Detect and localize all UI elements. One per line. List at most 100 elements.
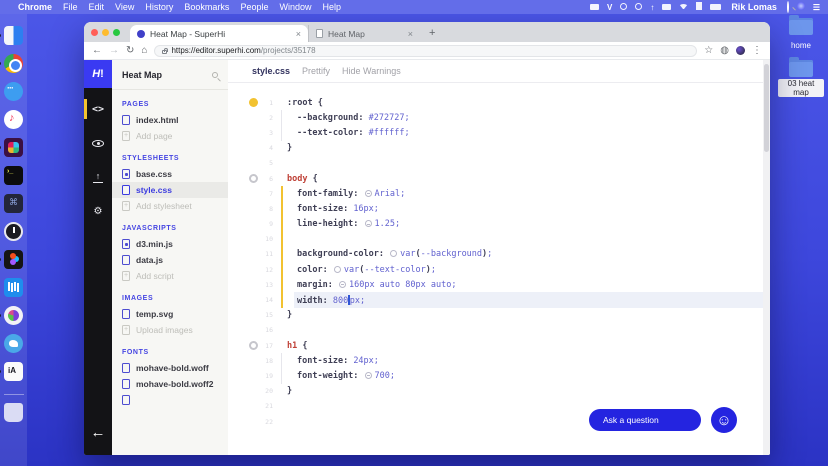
value-stepper-icon[interactable] [338, 280, 346, 288]
dock-item-finder[interactable] [0, 26, 23, 45]
code-line[interactable]: 9 line-height: 1.25; [228, 216, 763, 232]
sidebar-item-data.js[interactable]: data.js [112, 252, 228, 268]
dock-item-chrome[interactable] [0, 54, 23, 73]
address-bar[interactable]: https://editor.superhi.com/projects/3517… [154, 44, 698, 57]
tab-heat-map[interactable]: Heat Map × [308, 25, 420, 42]
desktop-folder[interactable]: home [778, 15, 824, 53]
siri-icon[interactable] [796, 2, 805, 12]
dock-item-slack[interactable] [0, 138, 23, 157]
value-stepper-icon[interactable] [364, 371, 372, 379]
volume-icon[interactable] [696, 2, 703, 12]
value-stepper-icon[interactable] [364, 189, 372, 197]
search-icon[interactable] [212, 71, 218, 78]
tab-heat-map-superhi[interactable]: Heat Map - SuperHi × [130, 25, 308, 42]
vpn-icon[interactable]: V [607, 2, 612, 12]
fold-icon[interactable] [249, 174, 258, 184]
spotlight-search-icon[interactable] [786, 1, 789, 13]
code-line[interactable]: 5 [228, 156, 763, 171]
menu-item-view[interactable]: View [115, 2, 134, 12]
upload-arrow-icon[interactable]: ↑ [650, 2, 654, 12]
sidebar-add-item[interactable]: Upload images [112, 322, 228, 338]
code-line[interactable]: 19 font-weight: 700; [228, 368, 763, 384]
sidebar-add-item[interactable]: Add page [112, 128, 228, 144]
zoom-window-button[interactable] [113, 28, 120, 36]
code-line[interactable]: 18 font-size: 24px; [228, 353, 763, 369]
code-line[interactable]: 15} [228, 308, 763, 323]
sidebar-add-item[interactable]: Add stylesheet [112, 198, 228, 214]
code-line[interactable]: 13 margin: 160px auto 80px auto; [228, 277, 763, 293]
menu-item-file[interactable]: File [63, 2, 78, 12]
prettify-button[interactable]: Prettify [302, 66, 330, 76]
menubar-username[interactable]: Rik Lomas [731, 2, 777, 12]
scrollbar-thumb[interactable] [764, 64, 769, 152]
dock-item-codeapp[interactable] [4, 194, 23, 213]
menu-kebab-icon[interactable]: ⋮ [752, 45, 762, 56]
code-line[interactable]: 6 body { [228, 171, 763, 186]
dock-item-music[interactable] [4, 110, 23, 129]
dock-item-clockapp[interactable] [4, 222, 23, 241]
reload-icon[interactable]: ↻ [126, 45, 134, 56]
wifi-icon[interactable] [679, 2, 689, 12]
editor-filename-tab[interactable]: style.css [252, 66, 290, 76]
back-icon[interactable]: ← [92, 45, 102, 56]
tab-close-icon[interactable]: × [296, 29, 301, 39]
sidebar-add-item[interactable]: Add script [112, 268, 228, 284]
bookmark-star-icon[interactable]: ☆ [704, 45, 713, 56]
tab-close-icon[interactable]: × [408, 29, 413, 39]
color-swatch-icon[interactable] [390, 250, 398, 258]
sidebar-item-base.css[interactable]: base.css [112, 166, 228, 182]
menu-item-help[interactable]: Help [322, 2, 341, 12]
help-smiley-button[interactable]: ☺ [711, 407, 737, 433]
code-line[interactable]: 7 font-family: Arial; [228, 186, 763, 202]
forward-icon[interactable]: → [109, 45, 119, 56]
battery-icon[interactable] [710, 2, 722, 12]
sidebar-item-file[interactable] [112, 392, 228, 408]
code-editor[interactable]: style.css Prettify Hide Warnings 1:root … [228, 60, 763, 455]
preview-eye-icon[interactable] [84, 130, 112, 156]
dock-item-intercom[interactable] [4, 278, 23, 297]
menu-item-chrome[interactable]: Chrome [18, 2, 52, 12]
editor-scrollbar[interactable] [763, 60, 770, 455]
home-icon[interactable]: ⌂ [141, 45, 147, 56]
code-line[interactable]: 20} [228, 384, 763, 399]
fold-icon[interactable] [249, 341, 258, 351]
sidebar-item-mohave-bold.woff2[interactable]: mohave-bold.woff2 [112, 376, 228, 392]
avatar[interactable] [736, 46, 745, 55]
ask-question-button[interactable]: Ask a question [589, 409, 701, 431]
dock-item-chat[interactable] [4, 82, 23, 101]
record-icon[interactable] [635, 2, 643, 12]
display-icon[interactable] [662, 2, 672, 12]
notification-center-icon[interactable]: ☰ [813, 2, 820, 12]
dock-item-term[interactable] [4, 166, 23, 185]
dock-item-figma[interactable] [0, 250, 23, 269]
code-line[interactable]: 4} [228, 141, 763, 156]
upload-share-icon[interactable]: ↑ [84, 164, 112, 190]
close-window-button[interactable] [91, 28, 98, 36]
menu-item-bookmarks[interactable]: Bookmarks [184, 2, 229, 12]
menu-item-edit[interactable]: Edit [89, 2, 105, 12]
sidebar-item-index.html[interactable]: index.html [112, 112, 228, 128]
dock-item-ia[interactable] [0, 362, 23, 381]
extension-icon[interactable]: ◍ [720, 45, 729, 56]
new-tab-button[interactable]: + [429, 27, 435, 39]
code-area[interactable]: 1:root {2 --background: #272727; 3 --text-c… [228, 83, 763, 429]
code-line[interactable]: 12 color: var(--text-color); [228, 262, 763, 278]
menu-item-people[interactable]: People [240, 2, 268, 12]
code-line[interactable]: 3 --text-color: #ffffff; [228, 125, 763, 141]
back-arrow-icon[interactable]: ← [84, 424, 112, 441]
menu-item-history[interactable]: History [145, 2, 173, 12]
sidebar-item-mohave-bold.woff[interactable]: mohave-bold.woff [112, 360, 228, 376]
code-line[interactable]: 14 width: 800 px; [228, 292, 763, 308]
menu-item-window[interactable]: Window [279, 2, 311, 12]
screen-mirroring-icon[interactable] [589, 2, 599, 12]
sidebar-item-temp.svg[interactable]: temp.svg [112, 306, 228, 322]
superhi-logo[interactable]: H! [84, 60, 112, 88]
sidebar-item-style.css[interactable]: style.css [112, 182, 228, 198]
code-line[interactable]: 8 font-size: 16px; [228, 201, 763, 217]
dock-item-bird[interactable] [4, 334, 23, 353]
clock-icon[interactable] [620, 2, 628, 12]
settings-gear-icon[interactable]: ⚙ [84, 198, 112, 224]
code-line[interactable]: 17 h1 { [228, 338, 763, 353]
code-line[interactable]: 10 [228, 231, 763, 248]
code-line[interactable]: 1:root { [228, 95, 763, 110]
